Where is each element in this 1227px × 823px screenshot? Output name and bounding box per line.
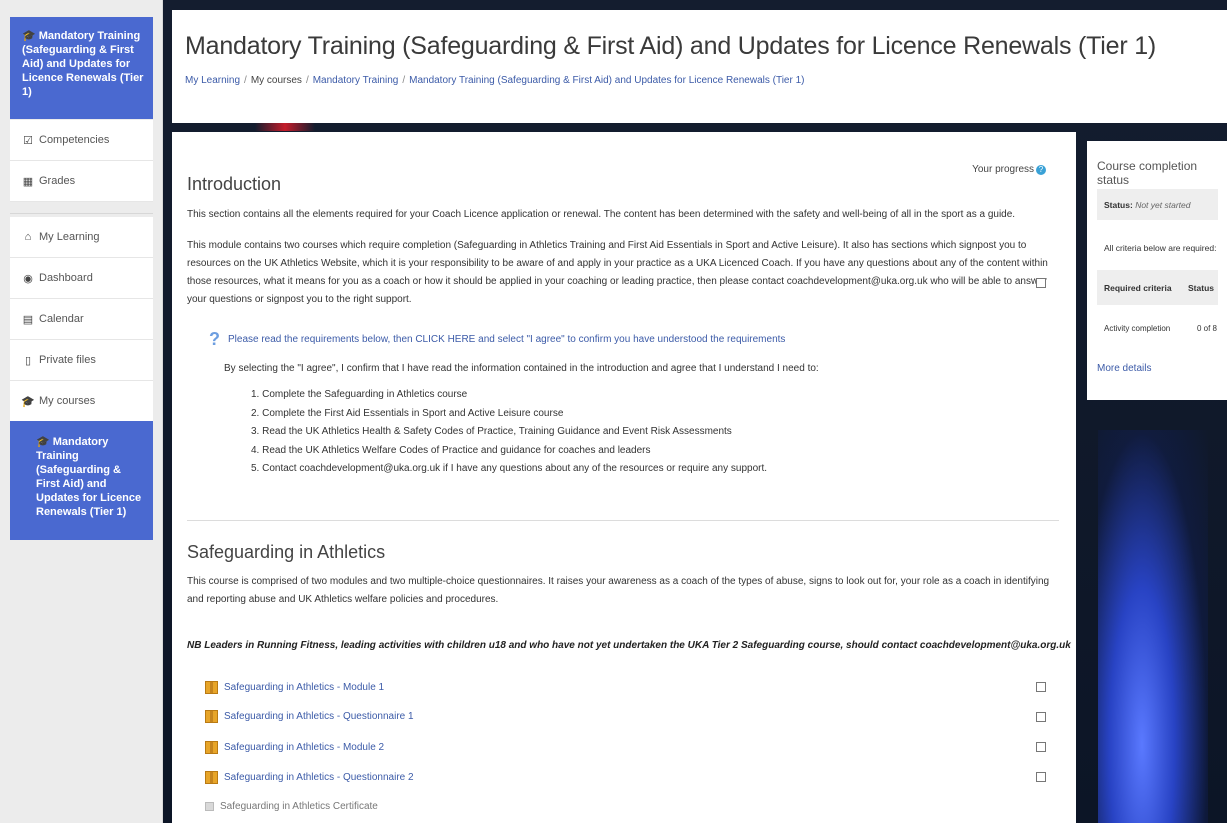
certificate-icon [205,802,214,811]
list-item: 3. Read the UK Athletics Health & Safety… [251,426,732,437]
sidebar-item-calendar[interactable]: ▤ Calendar [10,299,153,340]
sidebar: 🎓 Mandatory Training (Safeguarding & Firs… [0,0,163,823]
requirements-link[interactable]: Please read the requirements below, then… [228,334,785,345]
help-icon[interactable]: ? [1036,165,1046,175]
activity-link[interactable]: Safeguarding in Athletics Certificate [220,801,378,812]
criteria-label: Activity completion [1104,324,1171,333]
breadcrumb-separator: / [244,75,247,86]
activity-link[interactable]: Safeguarding in Athletics - Module 1 [224,682,384,693]
progress-label: Your progress [972,164,1034,175]
requirements-list: 1. Complete the Safeguarding in Athletic… [251,386,767,479]
sidebar-course-label: Mandatory Training (Safeguarding & First… [22,30,144,98]
sidebar-item-my-courses[interactable]: 🎓 My courses [10,381,153,422]
sidebar-item-label: Private files [39,354,96,366]
calendar-icon: ▤ [22,313,34,326]
completion-checkbox[interactable] [1036,742,1046,752]
sidebar-divider [10,213,153,214]
section-title-safeguarding: Safeguarding in Athletics [187,542,386,562]
criteria-row: Activity completion 0 of 8 [1104,324,1218,333]
breadcrumb-mandatory-training[interactable]: Mandatory Training [313,75,399,86]
course-completion-block: Course completion status Status: Not yet… [1087,141,1227,400]
sidebar-item-label: My Learning [39,231,100,243]
section-title-introduction: Introduction [187,174,282,194]
scorm-package-icon [205,681,218,694]
activity-link[interactable]: Safeguarding in Athletics - Questionnair… [224,772,414,783]
sidebar-item-label: Dashboard [39,272,93,284]
requirements-activity[interactable]: ? Please read the requirements below, th… [209,329,785,349]
scorm-package-icon [205,741,218,754]
activity-certificate[interactable]: Safeguarding in Athletics Certificate [205,801,378,812]
sidebar-item-label: Competencies [39,134,110,146]
list-item: 4. Read the UK Athletics Welfare Codes o… [251,444,651,456]
criteria-note: All criteria below are required: [1104,243,1217,253]
sidebar-item-label: My courses [39,395,96,407]
criteria-value: 0 of 8 [1196,324,1217,333]
list-item: 5. Contact coachdevelopment@uka.org.uk i… [251,463,768,474]
sidebar-item-my-learning[interactable]: ⌂ My Learning [10,217,153,258]
more-details-link[interactable]: More details [1097,363,1151,374]
breadcrumb-my-courses[interactable]: My courses [251,75,302,86]
breadcrumb: My Learning / My courses / Mandatory Trainin… [185,75,1227,86]
list-item: 1. Complete the Safeguarding in Athletic… [251,389,468,400]
sidebar-item-label: Mandatory Training (Safeguarding & First… [36,436,142,518]
criteria-table-header: Required criteria Status [1097,270,1218,305]
section-divider [187,520,1059,521]
list-item: 2. Complete the First Aid Essentials in … [251,407,564,419]
check-square-icon: ☑ [23,134,33,147]
status-label: Status: [1104,200,1133,210]
progress-indicator: Your progress? [972,164,1046,175]
activity-module-2[interactable]: Safeguarding in Athletics - Module 2 [205,741,384,754]
safeguarding-note: NB Leaders in Running Fitness, leading a… [187,640,1071,651]
sidebar-item-label: Calendar [39,313,84,325]
activity-link[interactable]: Safeguarding in Athletics - Module 2 [224,742,384,753]
completion-checkbox[interactable] [1036,772,1046,782]
background-glow [1098,430,1208,823]
breadcrumb-my-learning[interactable]: My Learning [185,75,240,86]
sidebar-course-block[interactable]: 🎓 Mandatory Training (Safeguarding & Firs… [10,17,153,119]
activity-link[interactable]: Safeguarding in Athletics - Questionnair… [224,711,414,722]
graduation-cap-icon: 🎓 [22,30,36,42]
intro-paragraph-1: This section contains all the elements r… [187,209,1016,220]
question-mark-icon: ? [209,329,220,349]
graduation-cap-icon: 🎓 [21,395,35,408]
intro-paragraph-2: This module contains two courses which r… [187,240,1048,305]
scorm-package-icon [205,710,218,723]
completion-title: Course completion status [1097,159,1198,187]
table-icon: ▦ [22,175,34,188]
course-content: Your progress? Introduction This section… [172,132,1076,823]
sidebar-item-competencies[interactable]: ☑ Competencies [10,120,153,161]
sidebar-item-private-files[interactable]: ▯ Private files [10,340,153,381]
graduation-cap-icon: 🎓 [36,436,50,448]
activity-module-1[interactable]: Safeguarding in Athletics - Module 1 [205,681,384,694]
completion-status: Status: Not yet started [1097,189,1218,220]
completion-checkbox[interactable] [1036,278,1046,288]
activity-questionnaire-1[interactable]: Safeguarding in Athletics - Questionnair… [205,710,414,723]
agree-statement: By selecting the "I agree", I confirm th… [224,363,819,374]
scorm-package-icon [205,771,218,784]
completion-checkbox[interactable] [1036,682,1046,692]
safeguarding-paragraph: This course is comprised of two modules … [187,576,1050,605]
sidebar-item-grades[interactable]: ▦ Grades [10,161,153,202]
column-header-criteria: Required criteria [1104,283,1172,293]
breadcrumb-current-course[interactable]: Mandatory Training (Safeguarding & First… [409,75,804,86]
sidebar-item-active-course[interactable]: 🎓 Mandatory Training (Safeguarding & Fir… [10,421,153,540]
dashboard-icon: ◉ [23,272,33,285]
completion-checkbox[interactable] [1036,712,1046,722]
home-icon: ⌂ [24,231,32,243]
sidebar-item-dashboard[interactable]: ◉ Dashboard [10,258,153,299]
breadcrumb-separator: / [402,75,406,86]
sidebar-empty-area [10,540,153,823]
decorative-streak [255,123,315,131]
page-title: Mandatory Training (Safeguarding & First… [185,32,1157,60]
activity-questionnaire-2[interactable]: Safeguarding in Athletics - Questionnair… [205,771,414,784]
file-icon: ▯ [24,354,32,367]
page-header: Mandatory Training (Safeguarding & First… [172,10,1227,123]
status-value: Not yet started [1135,200,1191,210]
sidebar-item-label: Grades [39,175,76,187]
column-header-status: Status [1188,283,1214,293]
breadcrumb-separator: / [305,75,309,86]
